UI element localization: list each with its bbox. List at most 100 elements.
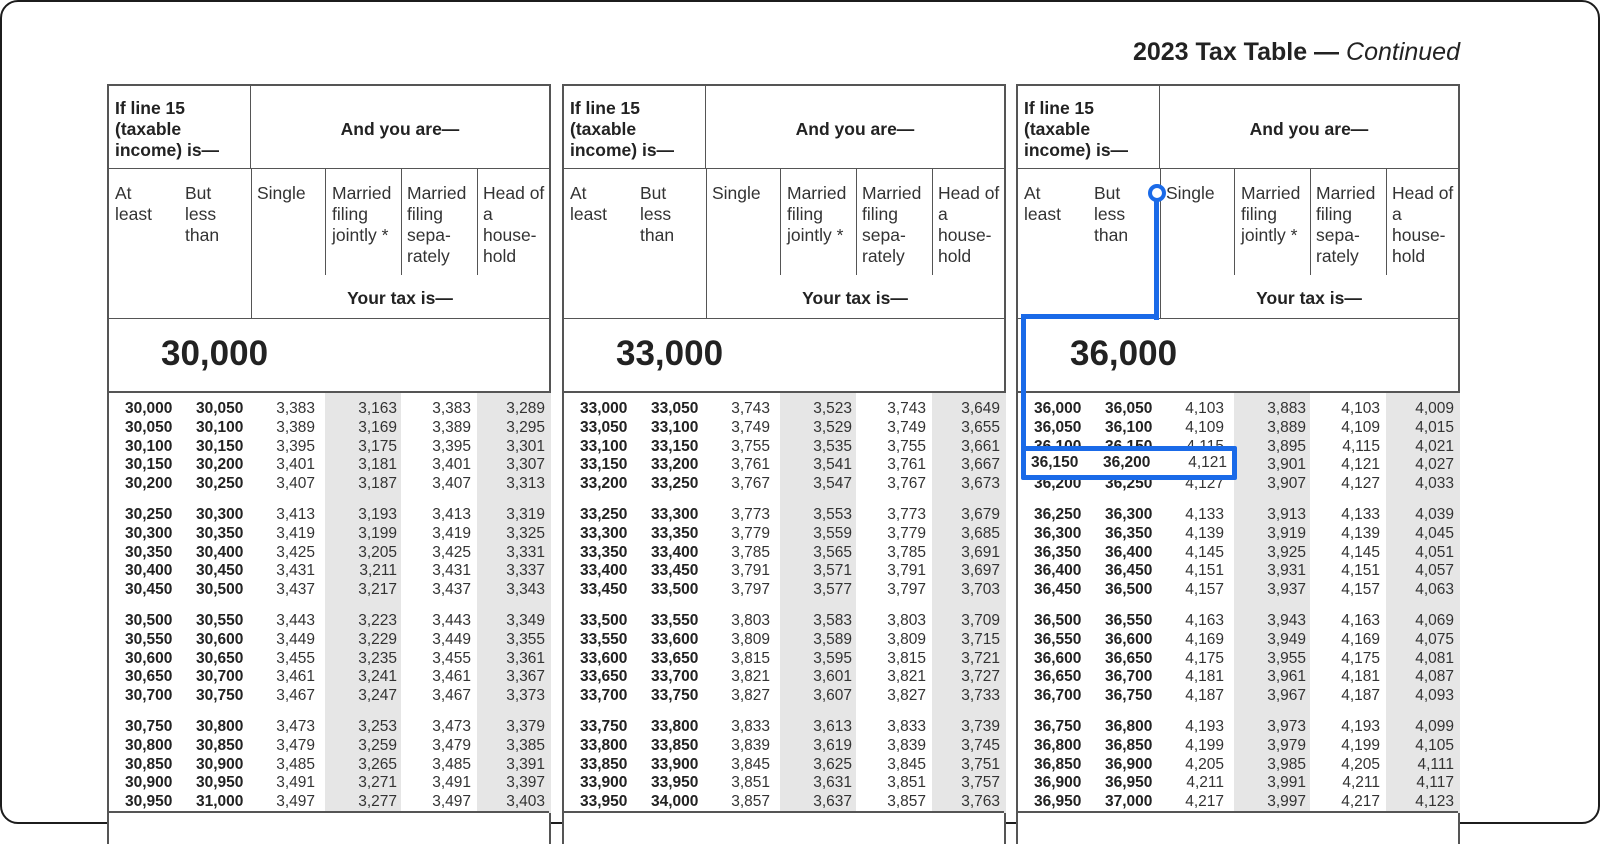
table-row: 36,750 36,800 4,193 3,973 4,193 4,099 [1018,717,1458,736]
mfs-tax: 3,779 [887,524,926,542]
but-less-than: 36,650 [1105,649,1153,667]
single-tax: 4,157 [1185,581,1224,599]
single-tax: 3,461 [276,668,315,686]
highlight-connector-horizontal [1021,314,1159,319]
table-row: 33,050 33,100 3,749 3,529 3,749 3,655 [564,418,1004,437]
but-less-than: 37,000 [1105,793,1153,811]
at-least: 30,050 [125,418,173,436]
at-least: 30,550 [125,630,173,648]
but-less-than: 33,250 [651,475,699,493]
mfs-tax: 3,827 [887,687,926,705]
hoh-tax: 4,093 [1415,687,1454,705]
hoh-tax: 3,697 [961,562,1000,580]
tax-table-0: If line 15 (taxable income) is— And you … [107,84,551,844]
divider [1018,811,1458,813]
table-row: 33,450 33,500 3,797 3,577 3,797 3,703 [564,580,1004,599]
at-least: 36,650 [1034,668,1082,686]
single-tax: 3,443 [276,612,315,629]
single-tax: 3,407 [276,475,315,493]
single-tax: 3,761 [731,456,770,474]
table-row: 33,900 33,950 3,851 3,631 3,851 3,757 [564,773,1004,792]
mfj-tax: 3,997 [1267,793,1306,811]
but-less-than: 33,700 [651,668,699,686]
table-row: 30,800 30,850 3,479 3,259 3,479 3,385 [109,736,549,755]
and-you-are-label: And you are— [1249,119,1369,139]
table-row: 36,800 36,850 4,199 3,979 4,199 4,105 [1018,736,1458,755]
mfj-tax: 3,523 [813,400,852,417]
hoh-tax: 3,703 [961,581,1000,599]
but-less-than-header: But less than [1094,183,1129,245]
but-less-than: 30,100 [196,418,244,436]
table-row: 30,400 30,450 3,431 3,211 3,431 3,337 [109,561,549,580]
mfs-header: Married filing sepa- rately [1316,183,1376,266]
hoh-tax: 4,075 [1415,630,1454,648]
but-less-than: 30,050 [196,400,244,417]
but-less-than: 30,950 [196,774,244,792]
hoh-tax: 4,051 [1415,543,1454,561]
mfs-tax: 4,109 [1341,418,1380,436]
table-row: 36,250 36,300 4,133 3,913 4,133 4,039 [1018,505,1458,524]
column-headers: At least But less than Single Married fi… [564,169,1004,319]
mfs-tax: 3,755 [887,437,926,455]
mfs-tax: 3,395 [432,437,471,455]
table-row: 33,500 33,550 3,803 3,583 3,803 3,709 [564,611,1004,630]
table-row: 30,900 30,950 3,491 3,271 3,491 3,397 [109,773,549,792]
mfs-tax: 3,749 [887,418,926,436]
at-least: 36,600 [1034,649,1082,667]
hoh-tax: 4,081 [1415,649,1454,667]
but-less-than: 33,900 [651,755,699,773]
single-tax: 3,785 [731,543,770,561]
table-row: 30,050 30,100 3,389 3,169 3,389 3,295 [109,418,549,437]
single-tax: 4,109 [1185,418,1224,436]
income-header-label: If line 15 (taxable income) is— [570,98,675,160]
but-less-than: 30,700 [196,668,244,686]
but-less-than: 33,600 [651,630,699,648]
but-less-than: 34,000 [651,793,699,811]
but-less-than: 36,300 [1105,506,1153,523]
hoh-tax: 3,649 [961,400,1000,417]
at-least: 33,450 [580,581,628,599]
but-less-than: 33,200 [651,456,699,474]
single-header: Single [257,183,306,203]
mfs-tax: 3,455 [432,649,471,667]
mfj-tax: 3,241 [358,668,397,686]
hoh-tax: 4,099 [1415,718,1454,735]
table-row: 30,350 30,400 3,425 3,205 3,425 3,331 [109,543,549,562]
mfj-tax: 3,535 [813,437,852,455]
hoh-tax: 4,063 [1415,581,1454,599]
table-row: 36,050 36,100 4,109 3,889 4,109 4,015 [1018,418,1458,437]
but-less-than: 30,550 [196,612,244,629]
but-less-than: 36,500 [1105,581,1153,599]
at-least: 30,350 [125,543,173,561]
mfj-tax: 3,193 [358,506,397,523]
highlight-connector-vertical-left [1021,314,1026,449]
table-row: 33,400 33,450 3,791 3,571 3,791 3,697 [564,561,1004,580]
mfs-tax: 3,785 [887,543,926,561]
but-less-than: 36,900 [1105,755,1153,773]
mfj-tax: 3,205 [358,543,397,561]
mfj-tax: 3,175 [358,437,397,455]
mfs-tax: 4,193 [1341,718,1380,735]
but-less-than: 30,650 [196,649,244,667]
mfs-tax: 3,461 [432,668,471,686]
hoh-tax: 3,385 [506,736,545,754]
mfs-tax: 3,437 [432,581,471,599]
mfj-tax: 3,955 [1267,649,1306,667]
mfs-tax: 3,767 [887,475,926,493]
mfj-tax: 3,637 [813,793,852,811]
income-header-label: If line 15 (taxable income) is— [115,98,220,160]
mfj-tax: 3,985 [1267,755,1306,773]
mfj-tax: 3,601 [813,668,852,686]
hoh-tax: 3,307 [506,456,545,474]
mfs-tax: 4,211 [1342,774,1380,792]
highlight-but-less-than: 36,200 [1103,454,1151,471]
mfj-tax: 3,265 [358,755,397,773]
title-continued: Continued [1346,38,1460,66]
hoh-tax: 3,337 [506,562,545,580]
mfj-header: Married filing jointly * [787,183,847,245]
at-least: 33,750 [580,718,628,735]
single-tax: 4,175 [1185,649,1224,667]
column-divider [325,169,326,275]
at-least: 30,100 [125,437,173,455]
at-least: 36,300 [1034,524,1082,542]
